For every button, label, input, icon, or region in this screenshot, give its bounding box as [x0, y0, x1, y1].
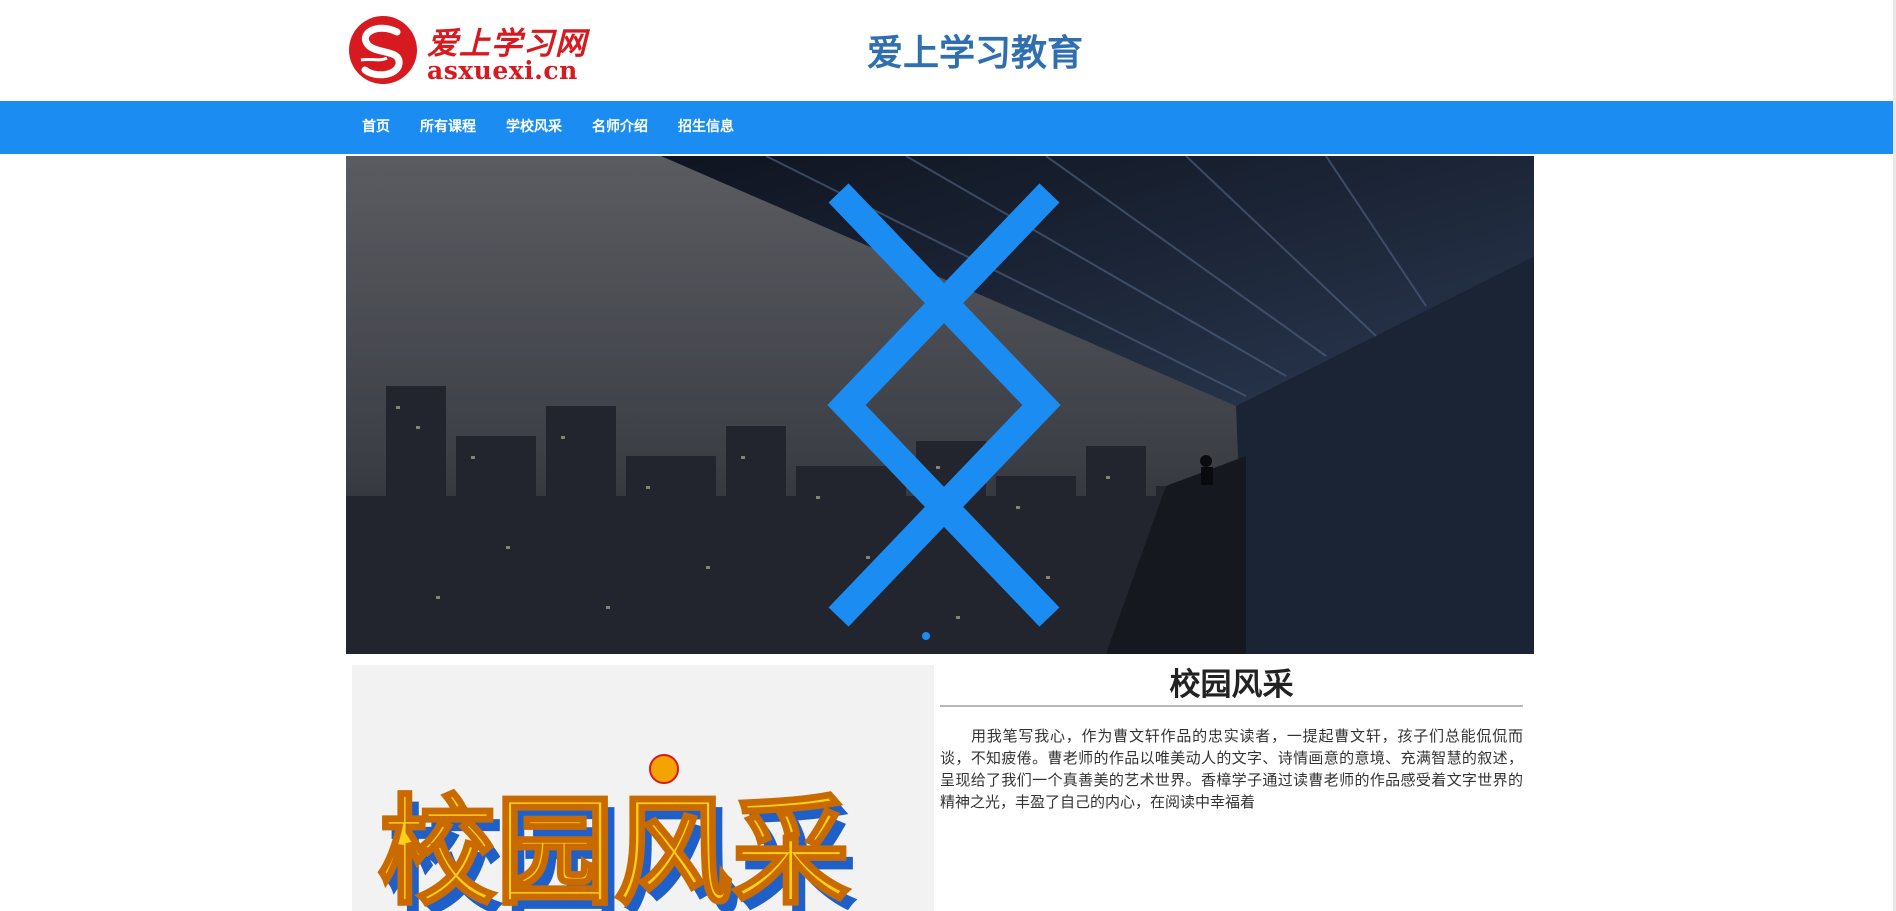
artwork-text: 校园风采	[378, 783, 850, 911]
main-nav: 首页 所有课程 学校风采 名师介绍 招生信息	[0, 101, 1893, 154]
nav-item-all-courses[interactable]: 所有课程	[405, 101, 491, 154]
logo-domain-text: asxuexi.cn	[427, 56, 578, 85]
site-title: 爱上学习教育	[866, 33, 1083, 74]
section-body-text: 用我笔写我心，作为曹文轩作品的忠实读者，一提起曹文轩，孩子们总能侃侃而谈，不知疲…	[940, 727, 1523, 811]
campus-style-image: 校园风采 校园风采	[352, 665, 934, 911]
nav-item-home[interactable]: 首页	[347, 101, 405, 154]
section-title: 校园风采	[1169, 667, 1294, 703]
hero-carousel[interactable]	[346, 156, 1534, 654]
header: 爱上学习网 asxuexi.cn 爱上学习教育	[0, 0, 1896, 100]
carousel-indicator-dot[interactable]	[922, 632, 930, 640]
carousel-next-icon[interactable]	[346, 156, 1534, 654]
logo-mark-icon	[349, 16, 417, 84]
section-divider	[940, 705, 1523, 707]
nav-items: 首页 所有课程 学校风采 名师介绍 招生信息	[347, 101, 749, 154]
nav-item-school-style[interactable]: 学校风采	[491, 101, 577, 154]
nav-item-admissions[interactable]: 招生信息	[663, 101, 749, 154]
campus-style-artwork: 校园风采 校园风采	[377, 754, 858, 911]
page: 爱上学习网 asxuexi.cn 爱上学习教育 首页 所有课程 学校风采 名师介…	[0, 0, 1896, 911]
nav-item-teachers[interactable]: 名师介绍	[577, 101, 663, 154]
site-logo[interactable]: 爱上学习网 asxuexi.cn	[347, 14, 587, 86]
